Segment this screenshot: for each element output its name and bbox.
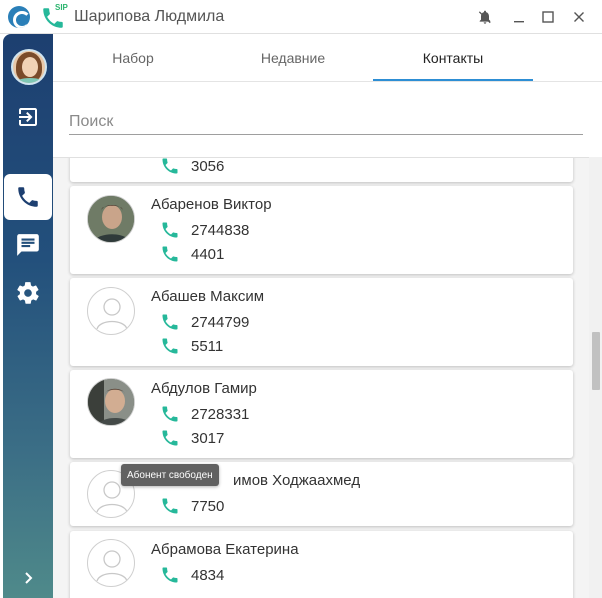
phone-number-row[interactable]: 2744838 — [160, 219, 249, 241]
phone-number-row[interactable]: 4834 — [160, 564, 224, 586]
phone-number: 2744799 — [191, 313, 250, 331]
phone-icon — [162, 567, 178, 583]
phone-number: 2728331 — [191, 405, 250, 423]
chevron-right-icon[interactable] — [3, 562, 53, 594]
search-area — [53, 83, 602, 157]
phone-icon — [162, 498, 178, 514]
chat-icon[interactable] — [3, 222, 53, 268]
phone-number: 3056 — [191, 157, 225, 175]
contact-name: Абаренов Виктор — [151, 196, 272, 213]
minimize-button[interactable] — [508, 6, 530, 28]
avatar[interactable] — [11, 49, 47, 85]
logout-icon[interactable] — [3, 94, 53, 140]
phone-number: 3017 — [191, 429, 225, 447]
contact-card[interactable]: Абашев Максим 2744799 5511 — [70, 278, 573, 366]
default-avatar-icon — [87, 539, 135, 587]
window-title: Шарипова Людмила — [74, 8, 225, 25]
contact-card[interactable]: Абдулов Гамир 2728331 3017 — [70, 370, 573, 458]
phone-number: 5511 — [191, 337, 224, 355]
contact-card[interactable]: Абаренов Виктор 2744838 4401 — [70, 186, 573, 274]
gear-icon[interactable] — [3, 270, 53, 316]
sip-label: SIP — [55, 3, 68, 12]
phone-number: 4401 — [191, 245, 225, 263]
contact-name: Абдулов Гамир — [151, 380, 257, 397]
contact-card[interactable]: Абрамова Екатерина 4834 — [70, 531, 573, 598]
phone-number: 2744838 — [191, 221, 250, 239]
phone-number-row[interactable]: 2728331 — [160, 403, 249, 425]
phone-icon — [162, 430, 178, 446]
phone-icon — [162, 222, 178, 238]
phone-icon — [162, 338, 178, 354]
phone-nav-icon[interactable] — [3, 174, 53, 220]
maximize-button[interactable] — [537, 6, 559, 28]
phone-icon — [162, 158, 178, 174]
sidebar — [3, 34, 53, 598]
phone-number: 7750 — [191, 497, 225, 515]
phone-number-row[interactable]: 3056 — [160, 157, 225, 177]
phone-icon — [162, 246, 178, 262]
active-tab-indicator — [373, 79, 533, 81]
tab-contacts[interactable]: Контакты — [373, 34, 533, 82]
tab-dial[interactable]: Набор — [53, 34, 213, 82]
default-avatar-icon — [87, 287, 135, 335]
contact-photo — [87, 378, 135, 426]
app-logo-icon — [8, 6, 30, 28]
phone-number-row[interactable]: 3017 — [160, 427, 224, 449]
close-button[interactable] — [568, 6, 590, 28]
scrollbar-thumb[interactable] — [592, 332, 600, 390]
contact-name: Абашев Максим — [151, 288, 265, 305]
phone-number-row[interactable]: 2744799 — [160, 311, 249, 333]
phone-number-row[interactable]: 5511 — [160, 335, 223, 357]
phone-icon — [162, 406, 178, 422]
status-tooltip: Абонент свободен — [121, 464, 219, 486]
search-input[interactable] — [69, 109, 583, 135]
tab-bar: Набор Недавние Контакты — [53, 34, 602, 82]
contact-name: имов Ходжаахмед — [233, 472, 361, 489]
phone-number-row[interactable]: 4401 — [160, 243, 224, 265]
contact-name: Абрамова Екатерина — [151, 541, 299, 558]
phone-number-row[interactable]: 7750 — [160, 495, 224, 517]
contacts-list: 3056 Абаренов Виктор 2744838 4401 Абашев… — [53, 157, 589, 598]
phone-icon — [162, 314, 178, 330]
contact-card[interactable]: 3056 — [70, 157, 573, 182]
bell-icon[interactable] — [474, 6, 496, 28]
title-bar: SIP Шарипова Людмила — [0, 0, 602, 34]
contact-photo — [87, 195, 135, 243]
tab-recent[interactable]: Недавние — [213, 34, 373, 82]
phone-number: 4834 — [191, 566, 225, 584]
